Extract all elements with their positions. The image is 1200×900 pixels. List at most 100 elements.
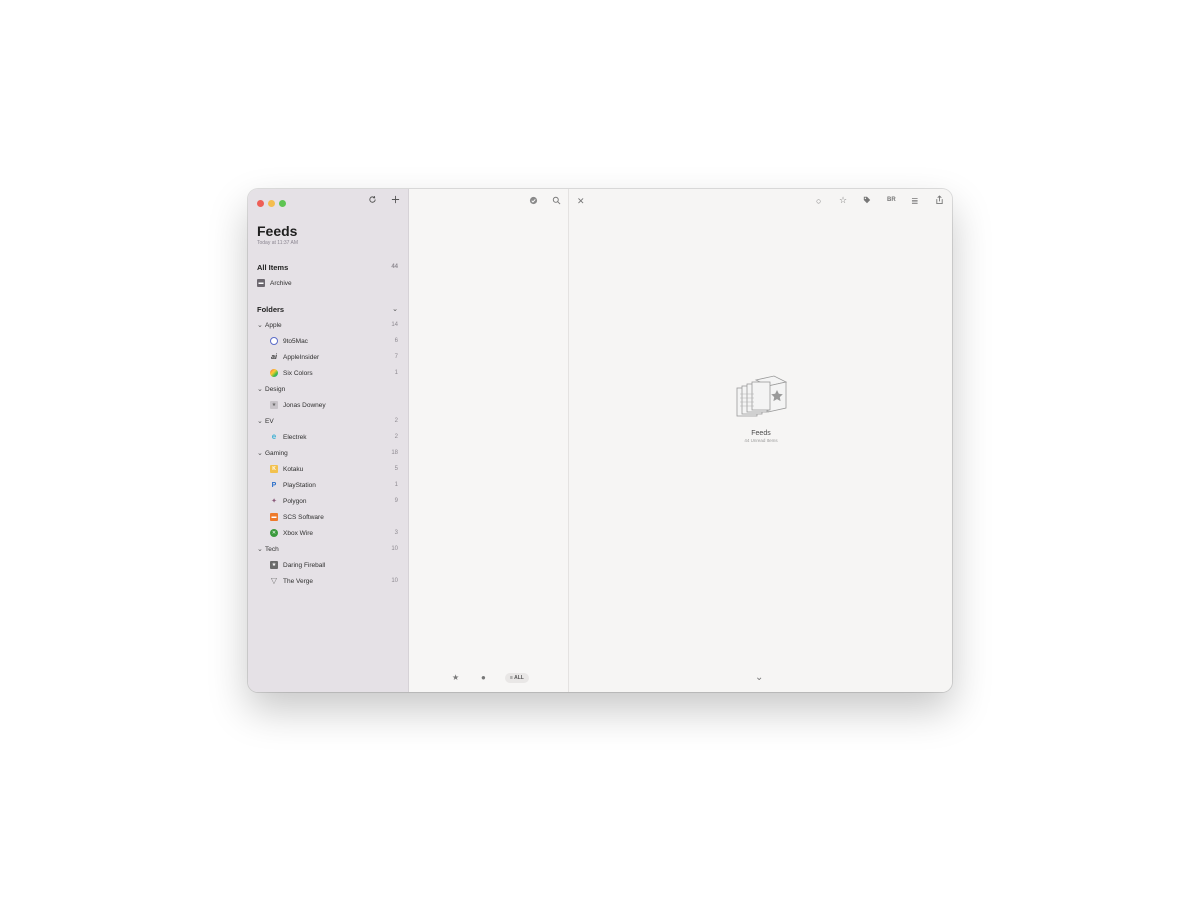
sidebar-item-label: All Items (257, 262, 289, 272)
archive-icon: ▬ (257, 279, 265, 287)
feed-label: AppleInsider (283, 353, 320, 361)
window-controls (257, 200, 286, 207)
xbox-logo-icon: ✕ (270, 529, 278, 537)
add-feed-button[interactable] (391, 195, 400, 207)
zoom-window-button[interactable] (279, 200, 286, 207)
close-window-button[interactable] (257, 200, 264, 207)
star-icon[interactable]: ☆ (839, 195, 847, 206)
unread-count: 1 (394, 370, 398, 376)
feed-xbox-wire[interactable]: ✕ Xbox Wire 3 (257, 526, 398, 540)
feed-9to5mac[interactable]: 9to5Mac 6 (257, 334, 398, 348)
folder-ev[interactable]: ⌄ EV 2 (257, 414, 398, 428)
unread-count: 7 (394, 354, 398, 360)
feed-polygon[interactable]: ✦ Polygon 9 (257, 494, 398, 508)
chevron-down-icon[interactable]: ⌄ (392, 305, 398, 313)
unread-count: 2 (394, 418, 398, 424)
daring-fireball-logo-icon: ★ (270, 561, 278, 569)
feed-kotaku[interactable]: K Kotaku 5 (257, 462, 398, 476)
six-colors-logo-icon (270, 369, 278, 377)
feeds-stack-icon (725, 374, 797, 427)
sidebar-item-all-items[interactable]: All Items 44 (257, 260, 398, 274)
unread-count: 9 (394, 498, 398, 504)
unread-count: 2 (394, 434, 398, 440)
unread-count: 1 (394, 482, 398, 488)
unread-count: 6 (394, 338, 398, 344)
mark-unread-icon[interactable]: ○ (816, 196, 821, 206)
feed-label: SCS Software (283, 513, 324, 521)
folder-label: Tech (265, 545, 279, 553)
folder-design[interactable]: ⌄ Design (257, 382, 398, 396)
folder-label: Gaming (265, 449, 288, 457)
unread-count: 5 (394, 466, 398, 472)
detail-pane: ✕ ○ ☆ BR ≣ Feeds 44 Unread Items ⌄ (569, 189, 952, 692)
article-list-pane: ★ ● ≡ ALL (409, 189, 569, 692)
feed-label: Polygon (283, 497, 307, 505)
minimize-window-button[interactable] (268, 200, 275, 207)
chevron-down-icon[interactable]: ⌄ (755, 672, 763, 683)
close-icon[interactable]: ✕ (577, 196, 585, 207)
feed-appleinsider[interactable]: ai AppleInsider 7 (257, 350, 398, 364)
chevron-down-icon[interactable]: ⌄ (257, 545, 265, 553)
refresh-icon[interactable] (368, 195, 377, 207)
feed-six-colors[interactable]: Six Colors 1 (257, 366, 398, 380)
unread-count: 10 (391, 546, 398, 552)
star-icon: ★ (270, 401, 278, 409)
feed-label: Electrek (283, 433, 307, 441)
feed-playstation[interactable]: P PlayStation 1 (257, 478, 398, 492)
sidebar-item-archive[interactable]: ▬ Archive (257, 276, 398, 290)
folder-tech[interactable]: ⌄ Tech 10 (257, 542, 398, 556)
all-filter-label: ALL (514, 675, 524, 681)
feed-label: 9to5Mac (283, 337, 308, 345)
feed-label: Xbox Wire (283, 529, 313, 537)
feed-the-verge[interactable]: ▽ The Verge 10 (257, 574, 398, 588)
feed-scs-software[interactable]: ▬ SCS Software (257, 510, 398, 524)
folder-label: EV (265, 417, 274, 425)
chevron-down-icon[interactable]: ⌄ (257, 385, 265, 393)
section-label: Folders (257, 304, 285, 314)
all-filter-button[interactable]: ≡ ALL (505, 673, 529, 683)
unread-filter-icon[interactable]: ● (481, 673, 486, 682)
feed-label: The Verge (283, 577, 313, 585)
feed-label: Daring Fireball (283, 561, 326, 569)
sidebar: Feeds Today at 11:37 AM All Items 44 ▬ A… (248, 189, 409, 692)
search-icon[interactable] (552, 196, 561, 207)
share-icon[interactable] (935, 195, 944, 207)
sidebar-title: Feeds (257, 223, 298, 239)
verge-logo-icon: ▽ (270, 576, 278, 585)
unread-count: 44 (391, 264, 398, 270)
folder-label: Apple (265, 321, 282, 329)
unread-count: 10 (391, 578, 398, 584)
electrek-logo-icon: e (271, 432, 277, 441)
mark-all-read-icon[interactable] (529, 196, 538, 207)
folder-gaming[interactable]: ⌄ Gaming 18 (257, 446, 398, 460)
tag-icon[interactable] (863, 196, 871, 206)
feed-electrek[interactable]: e Electrek 2 (257, 430, 398, 444)
folders-header[interactable]: Folders ⌄ (257, 302, 398, 316)
chevron-down-icon[interactable]: ⌄ (257, 449, 265, 457)
appleinsider-logo-icon: ai (271, 353, 277, 361)
reader-view-icon[interactable]: BR (887, 197, 896, 203)
feed-label: Six Colors (283, 369, 313, 377)
last-updated: Today at 11:37 AM (257, 240, 299, 246)
unread-count: 18 (391, 450, 398, 456)
unread-count: 14 (391, 322, 398, 328)
clock-icon (270, 337, 278, 345)
empty-state-title: Feeds (751, 430, 771, 437)
chevron-down-icon[interactable]: ⌄ (257, 417, 265, 425)
kotaku-logo-icon: K (270, 465, 278, 473)
empty-state: Feeds 44 Unread Items (725, 374, 797, 443)
feed-label: Jonas Downey (283, 401, 326, 409)
feed-daring-fireball[interactable]: ★ Daring Fireball (257, 558, 398, 572)
chevron-down-icon[interactable]: ⌄ (257, 321, 265, 329)
starred-filter-icon[interactable]: ★ (452, 673, 459, 682)
scs-logo-icon: ▬ (270, 513, 278, 521)
polygon-logo-icon: ✦ (271, 497, 277, 505)
text-format-icon[interactable]: ≣ (911, 196, 919, 207)
folder-label: Design (265, 385, 286, 393)
feed-label: PlayStation (283, 481, 316, 489)
unread-count: 3 (394, 530, 398, 536)
feed-jonas-downey[interactable]: ★ Jonas Downey (257, 398, 398, 412)
feed-label: Kotaku (283, 465, 304, 473)
folder-apple[interactable]: ⌄ Apple 14 (257, 318, 398, 332)
playstation-logo-icon: P (271, 481, 277, 489)
